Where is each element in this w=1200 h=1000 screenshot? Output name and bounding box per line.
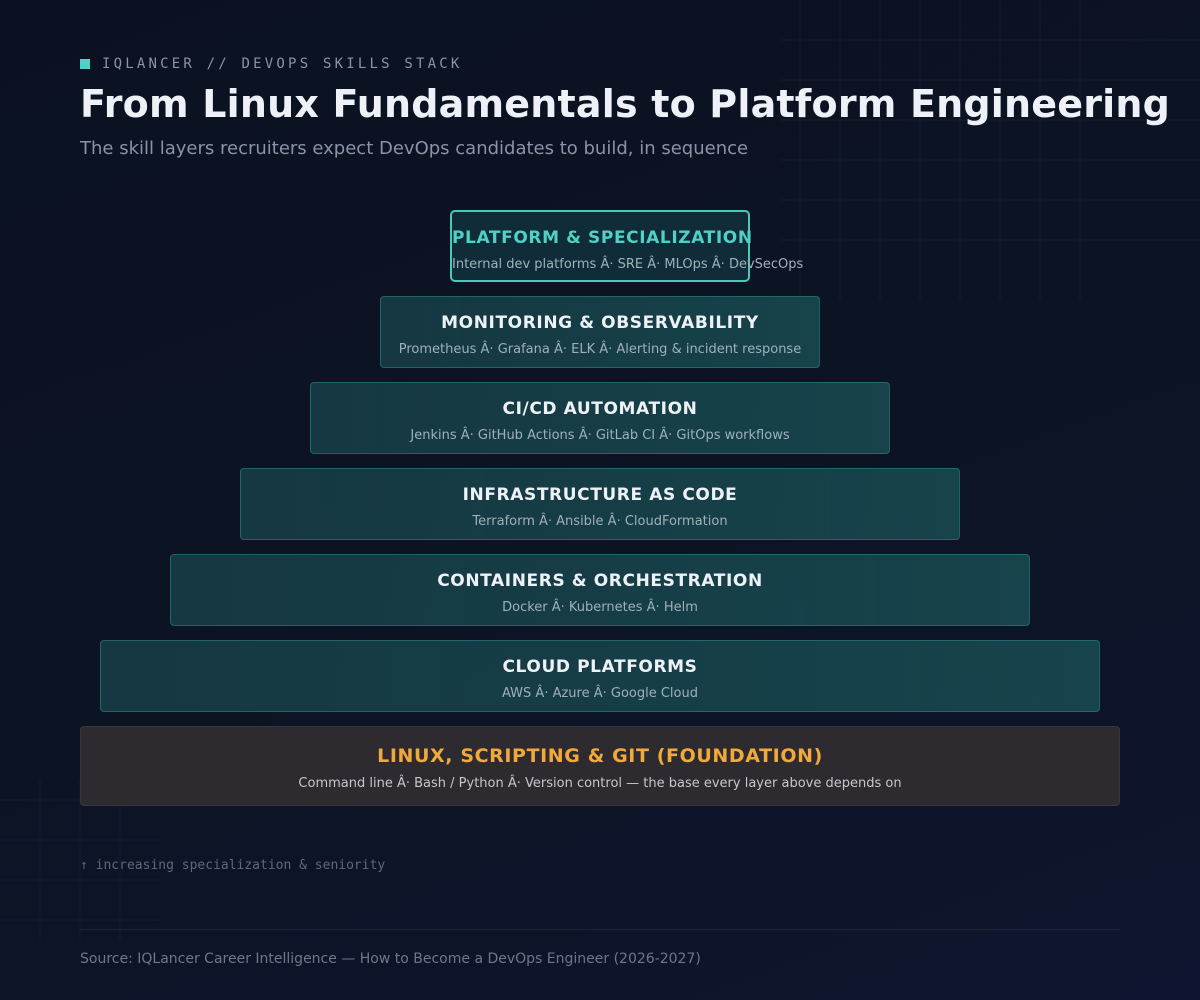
layer-monitoring-observability: MONITORING & OBSERVABILITY Prometheus Â·… [380, 296, 820, 368]
layer-name: PLATFORM & SPECIALIZATION [452, 228, 753, 248]
layer-foundation: LINUX, SCRIPTING & GIT (FOUNDATION) Comm… [80, 726, 1120, 806]
layer-containers-orchestration: CONTAINERS & ORCHESTRATION Docker Â· Kub… [170, 554, 1030, 626]
layer-skills: Prometheus Â· Grafana Â· ELK Â· Alerting… [398, 342, 802, 357]
layer-skills: Terraform Â· Ansible Â· CloudFormation [472, 514, 728, 529]
layer-cicd-automation: CI/CD AUTOMATION Jenkins Â· GitHub Actio… [310, 382, 890, 454]
footer-divider [80, 929, 1120, 930]
layer-infrastructure-as-code: INFRASTRUCTURE AS CODE Terraform Â· Ansi… [240, 468, 960, 540]
layer-name: INFRASTRUCTURE AS CODE [462, 485, 738, 505]
layer-skills: Command line Â· Bash / Python Â· Version… [298, 776, 902, 791]
layer-name: CLOUD PLATFORMS [502, 657, 698, 677]
layer-skills: Jenkins Â· GitHub Actions Â· GitLab CI Â… [410, 428, 790, 443]
layer-skills: Internal dev platforms Â· SRE Â· MLOps Â… [452, 257, 804, 272]
source-citation: Source: IQLancer Career Intelligence — H… [80, 951, 701, 967]
layer-platform-specialization: PLATFORM & SPECIALIZATION Internal dev p… [450, 210, 804, 282]
seniority-axis-note: ↑ increasing specialization & seniority [80, 858, 386, 873]
layer-skills: Docker Â· Kubernetes Â· Helm [502, 600, 698, 615]
layer-name: MONITORING & OBSERVABILITY [441, 313, 759, 333]
layer-name: CI/CD AUTOMATION [502, 399, 698, 419]
skills-pyramid: PLATFORM & SPECIALIZATION Internal dev p… [0, 0, 1200, 1000]
layer-name: LINUX, SCRIPTING & GIT (FOUNDATION) [377, 745, 823, 767]
layer-skills: AWS Â· Azure Â· Google Cloud [502, 686, 698, 701]
layer-name: CONTAINERS & ORCHESTRATION [437, 571, 763, 591]
layer-cloud-platforms: CLOUD PLATFORMS AWS Â· Azure Â· Google C… [100, 640, 1100, 712]
